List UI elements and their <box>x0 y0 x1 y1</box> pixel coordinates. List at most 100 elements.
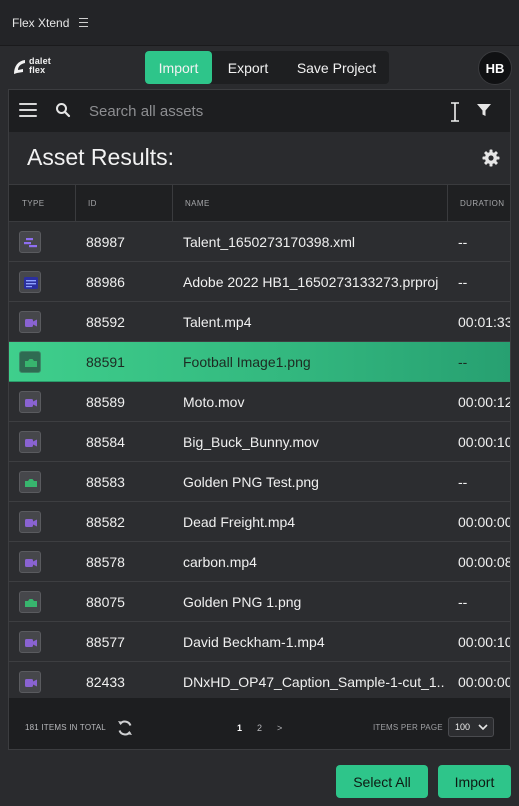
asset-duration: -- <box>458 273 468 290</box>
asset-duration: 00:00:12 <box>458 393 510 410</box>
results-header: Asset Results: <box>9 132 510 184</box>
asset-name: Talent_1650273170398.xml <box>183 233 356 250</box>
asset-duration: 00:00:10 <box>458 633 510 650</box>
video-icon <box>19 391 41 413</box>
asset-panel: Asset Results: TYPE ID NAME DURATION 889… <box>8 89 511 750</box>
table-row[interactable]: 88592 Talent.mp4 00:01:33 <box>9 302 510 342</box>
items-per-page-select[interactable]: 100 <box>448 717 494 737</box>
title-bar: Flex Xtend <box>0 0 519 46</box>
app-title: Flex Xtend <box>12 15 70 30</box>
table-footer: 181 ITEMS IN TOTAL 1 2 > ITEMS PER PAGE … <box>9 709 510 749</box>
asset-duration: 00:01:33 <box>458 313 510 330</box>
table-header: TYPE ID NAME DURATION <box>9 184 510 222</box>
user-avatar[interactable]: HB <box>478 51 512 85</box>
table-row[interactable]: 88075 Golden PNG 1.png -- <box>9 582 510 622</box>
asset-duration: 00:00:10 <box>458 433 510 450</box>
image-icon <box>19 471 41 493</box>
items-per-page-label: ITEMS PER PAGE <box>373 723 443 732</box>
asset-duration: -- <box>458 353 468 370</box>
chevron-down-icon <box>478 724 488 730</box>
mode-switch: Import Export Save Project <box>145 51 389 84</box>
table-row[interactable]: 88584 Big_Buck_Bunny.mov 00:00:10 <box>9 422 510 462</box>
asset-duration: -- <box>458 233 468 250</box>
column-divider[interactable] <box>447 185 448 222</box>
table-row[interactable]: 88577 David Beckham-1.mp4 00:00:10 <box>9 622 510 662</box>
asset-name: Football Image1.png <box>183 353 311 370</box>
table-row[interactable]: 88583 Golden PNG Test.png -- <box>9 462 510 502</box>
refresh-icon[interactable] <box>116 719 134 737</box>
tab-save-project[interactable]: Save Project <box>284 51 389 84</box>
search-bar <box>9 90 510 132</box>
image-icon <box>19 591 41 613</box>
table-row[interactable]: 88582 Dead Freight.mp4 00:00:00 <box>9 502 510 542</box>
next-page[interactable]: > <box>277 723 282 733</box>
search-icon <box>56 103 71 118</box>
asset-duration: 00:00:00 <box>458 673 510 690</box>
page-2[interactable]: 2 <box>257 723 262 733</box>
asset-id: 88582 <box>86 513 125 530</box>
results-title: Asset Results: <box>27 144 174 170</box>
column-divider[interactable] <box>172 185 173 222</box>
select-all-button[interactable]: Select All <box>336 765 428 798</box>
asset-id: 88592 <box>86 313 125 330</box>
project-icon <box>19 271 41 293</box>
column-header-id[interactable]: ID <box>88 185 97 222</box>
column-divider[interactable] <box>75 185 76 222</box>
import-button[interactable]: Import <box>438 765 511 798</box>
video-icon <box>19 631 41 653</box>
column-header-name[interactable]: NAME <box>185 185 210 222</box>
asset-id: 88578 <box>86 553 125 570</box>
dalet-flex-logo: dalet flex <box>12 56 62 78</box>
menu-icon[interactable] <box>19 103 37 118</box>
gear-icon[interactable] <box>482 149 500 167</box>
asset-name: Moto.mov <box>183 393 245 410</box>
toolbar: dalet flex Import Export Save Project HB <box>0 46 519 90</box>
video-icon <box>19 551 41 573</box>
asset-name: carbon.mp4 <box>183 553 257 570</box>
table-row[interactable]: 88589 Moto.mov 00:00:12 <box>9 382 510 422</box>
table-row[interactable]: 88578 carbon.mp4 00:00:08 <box>9 542 510 582</box>
asset-name: Big_Buck_Bunny.mov <box>183 433 319 450</box>
image-icon <box>19 351 41 373</box>
asset-duration: -- <box>458 473 468 490</box>
title-menu-icon[interactable] <box>79 18 89 27</box>
asset-name: Golden PNG 1.png <box>183 593 302 610</box>
asset-duration: -- <box>458 593 468 610</box>
asset-duration: 00:00:00 <box>458 513 510 530</box>
tab-export[interactable]: Export <box>212 51 284 84</box>
video-icon <box>19 311 41 333</box>
asset-name: DNxHD_OP47_Caption_Sample-1-cut_1... <box>183 673 445 690</box>
tab-import[interactable]: Import <box>145 51 212 84</box>
asset-id: 88591 <box>86 353 125 370</box>
items-total: 181 ITEMS IN TOTAL <box>25 723 106 732</box>
asset-name: Adobe 2022 HB1_1650273133273.prproj <box>183 273 439 290</box>
asset-id: 88577 <box>86 633 125 650</box>
video-icon <box>19 431 41 453</box>
table-row[interactable]: 82433 DNxHD_OP47_Caption_Sample-1-cut_1..… <box>9 662 510 698</box>
asset-id: 82433 <box>86 673 125 690</box>
asset-name: Golden PNG Test.png <box>183 473 319 490</box>
page-1[interactable]: 1 <box>237 723 242 733</box>
asset-duration: 00:00:08 <box>458 553 510 570</box>
asset-id: 88986 <box>86 273 125 290</box>
asset-table-body[interactable]: 88987 Talent_1650273170398.xml -- 88986 Adob… <box>9 222 510 698</box>
asset-id: 88987 <box>86 233 125 250</box>
table-row[interactable]: 88591 Football Image1.png -- <box>9 342 510 382</box>
filter-icon[interactable] <box>476 103 492 117</box>
table-row[interactable]: 88987 Talent_1650273170398.xml -- <box>9 222 510 262</box>
asset-name: David Beckham-1.mp4 <box>183 633 325 650</box>
items-per-page-value: 100 <box>455 722 471 732</box>
brand-name: dalet flex <box>29 56 52 75</box>
column-header-type[interactable]: TYPE <box>22 185 45 222</box>
text-cursor-icon <box>451 102 459 122</box>
flex-logo-icon <box>14 60 25 74</box>
asset-id: 88589 <box>86 393 125 410</box>
asset-id: 88584 <box>86 433 125 450</box>
column-header-duration[interactable]: DURATION <box>460 185 504 222</box>
search-input[interactable] <box>89 98 439 124</box>
asset-name: Talent.mp4 <box>183 313 252 330</box>
table-row[interactable]: 88986 Adobe 2022 HB1_1650273133273.prproj… <box>9 262 510 302</box>
asset-id: 88583 <box>86 473 125 490</box>
xml-icon <box>19 231 41 253</box>
asset-id: 88075 <box>86 593 125 610</box>
